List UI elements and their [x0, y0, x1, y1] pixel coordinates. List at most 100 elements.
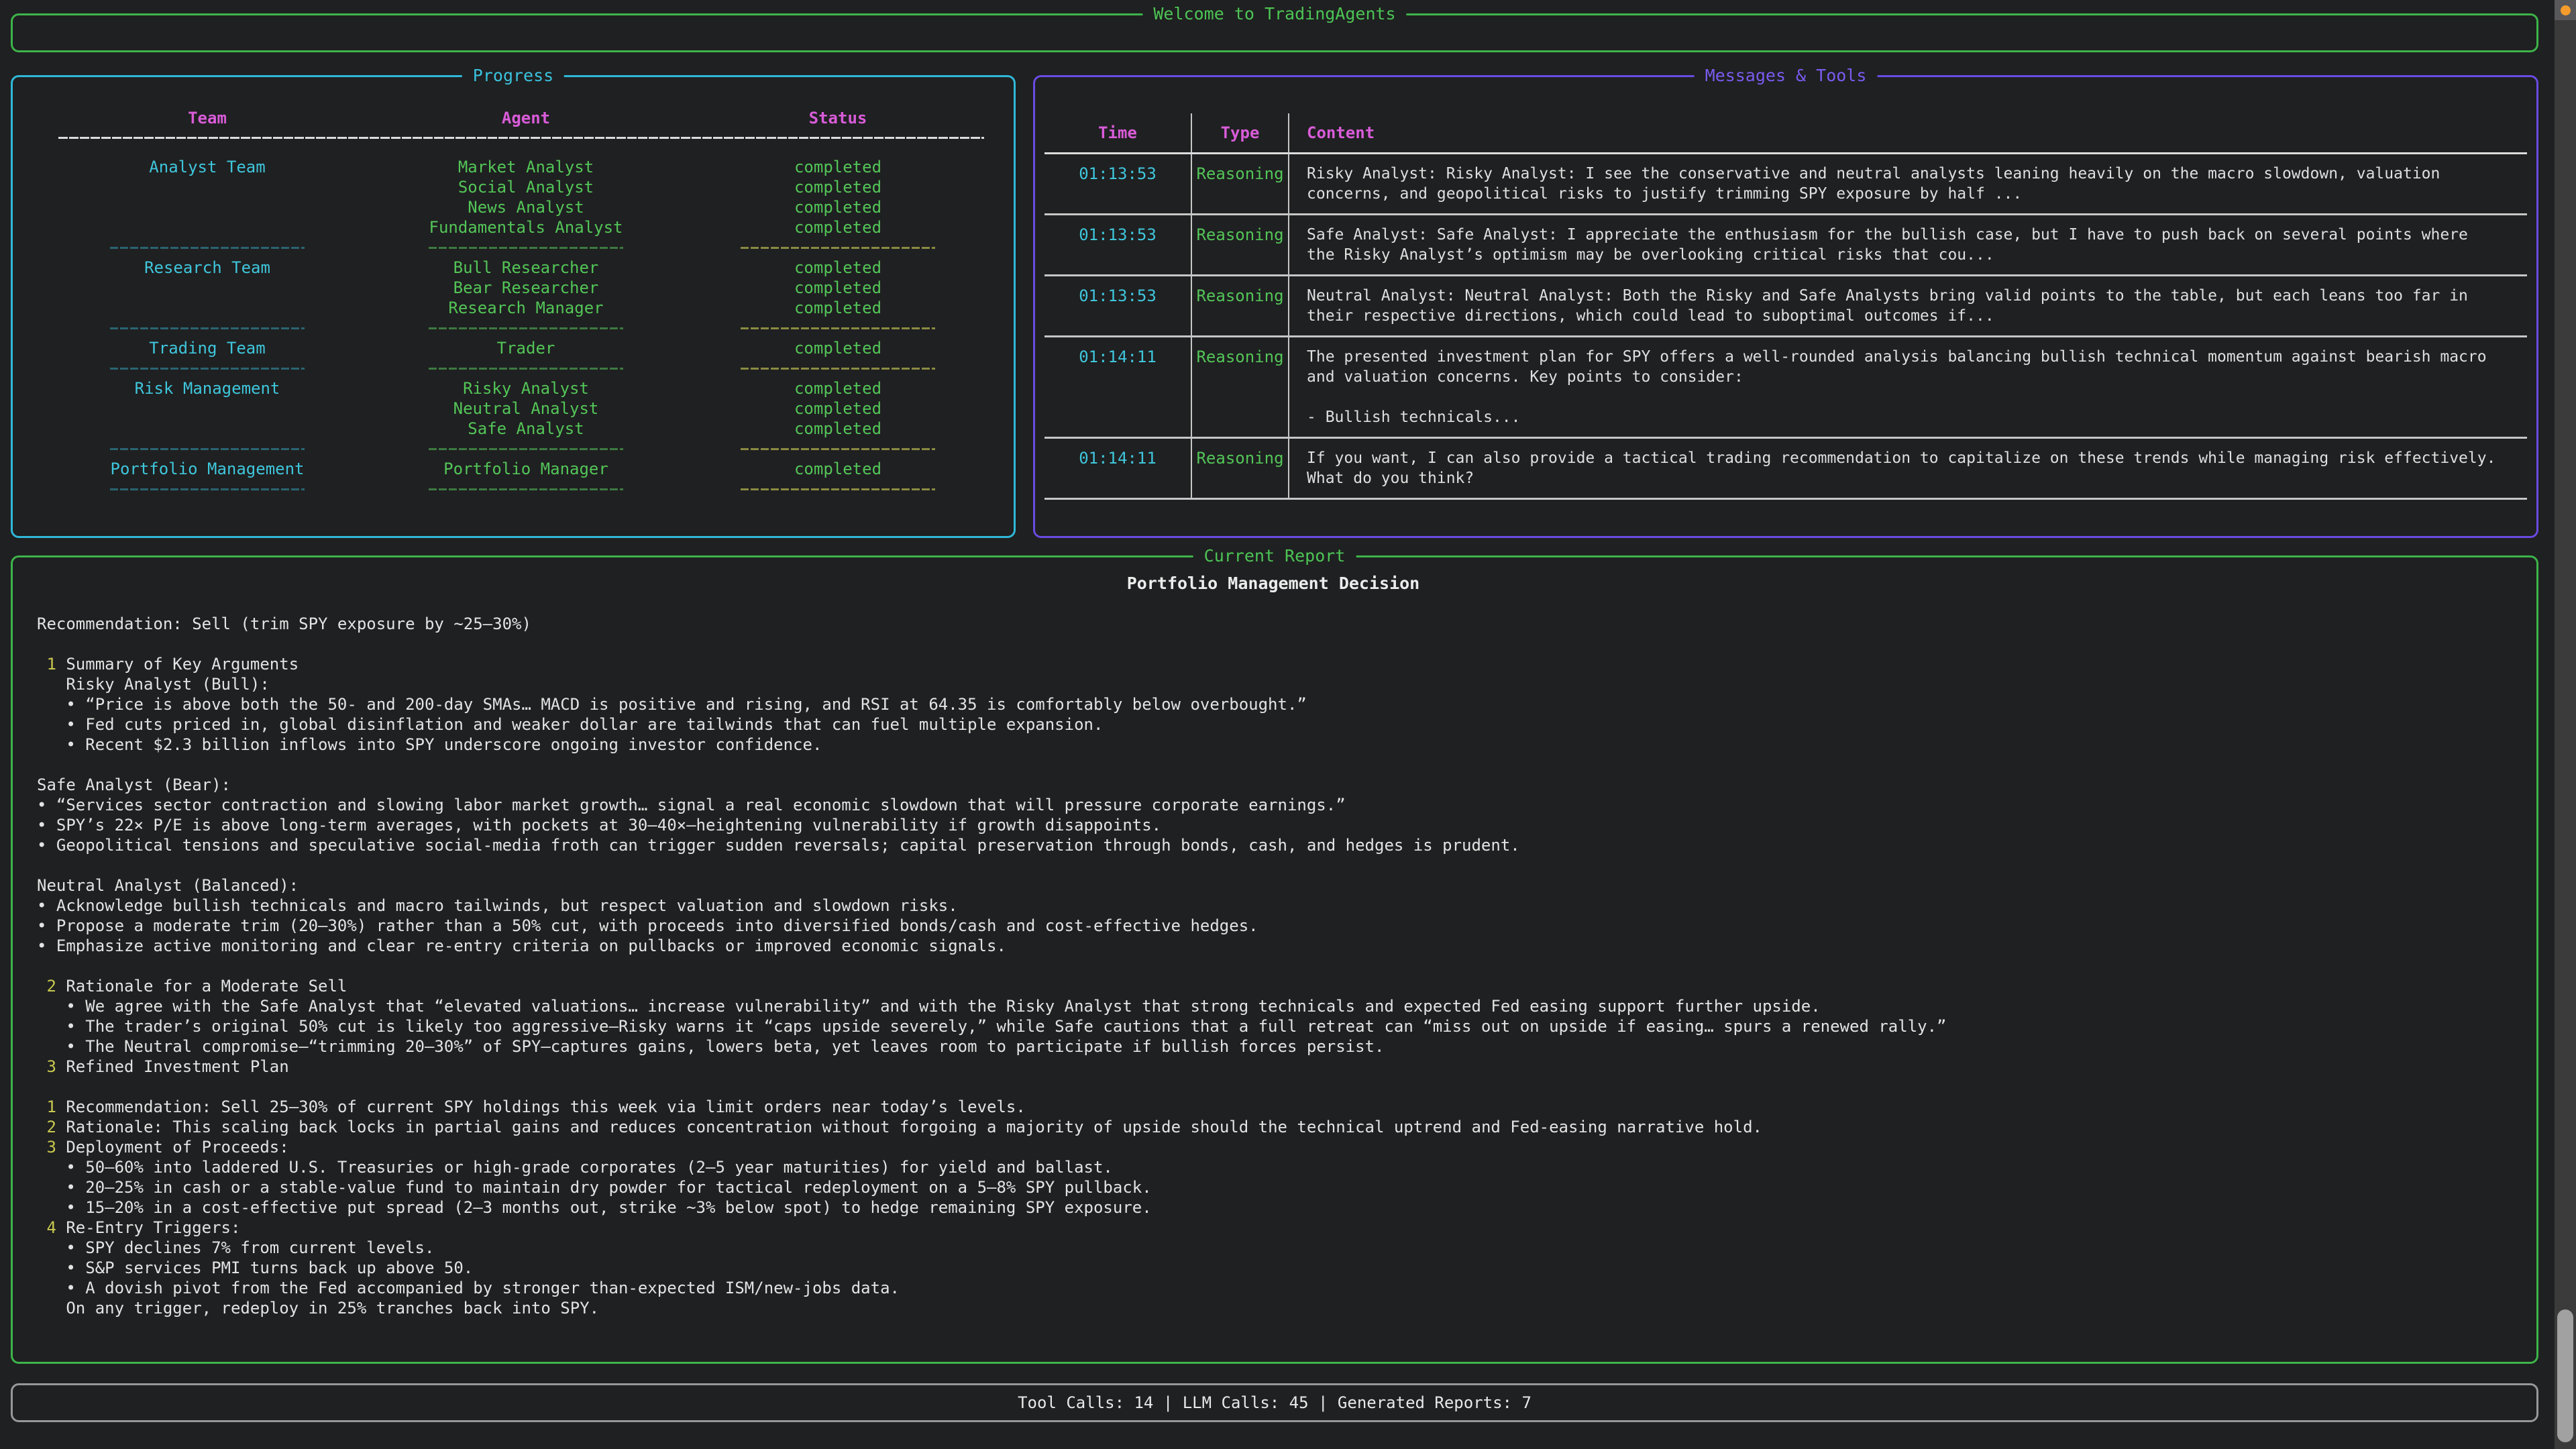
report-line: On any trigger, redeploy in 25% tranches…	[37, 1298, 2510, 1318]
report-line: • The trader’s original 50% cut is likel…	[37, 1016, 2510, 1036]
table-row: Research Team Bull Researcher completed	[53, 258, 1014, 278]
report-text: • SPY’s 22× P/E is above long-term avera…	[37, 816, 1161, 835]
message-row: 01:13:53 Reasoning Risky Analyst: Risky …	[1044, 154, 2527, 215]
scrollbar-track[interactable]	[2555, 0, 2576, 1449]
team-cell	[53, 197, 362, 217]
message-row: 01:14:11 Reasoning If you want, I can al…	[1044, 439, 2527, 500]
report-line: • SPY’s 22× P/E is above long-term avera…	[37, 815, 2510, 835]
report-body: Portfolio Management Decision Recommenda…	[13, 557, 2536, 1318]
table-row: Risk Management Risky Analyst completed	[53, 378, 1014, 398]
report-text: • The Neutral compromise—“trimming 20–30…	[37, 1037, 1384, 1056]
message-row: 01:14:11 Reasoning The presented investm…	[1044, 337, 2527, 439]
progress-panel: Progress Team Agent Status Analyst Team …	[11, 75, 1016, 538]
report-line: • Acknowledge bullish technicals and mac…	[37, 896, 2510, 916]
report-heading: Portfolio Management Decision	[37, 574, 2510, 594]
report-line: Neutral Analyst (Balanced):	[37, 875, 2510, 896]
column-header-type: Type	[1192, 113, 1289, 152]
section-separator	[53, 439, 1014, 459]
report-text: • 50–60% into laddered U.S. Treasuries o…	[37, 1158, 1113, 1177]
team-cell	[53, 217, 362, 237]
agent-cell: News Analyst	[362, 197, 690, 217]
table-row: Analyst Team Market Analyst completed	[53, 157, 1014, 177]
table-row: Fundamentals Analyst completed	[53, 217, 1014, 237]
team-cell: Portfolio Management	[53, 459, 362, 479]
message-content: Safe Analyst: Safe Analyst: I appreciate…	[1289, 215, 2527, 274]
report-text: • Recent $2.3 billion inflows into SPY u…	[37, 735, 822, 754]
list-number: 1	[37, 1097, 66, 1116]
report-line: • The Neutral compromise—“trimming 20–30…	[37, 1036, 2510, 1057]
report-text: • SPY declines 7% from current levels.	[37, 1238, 434, 1257]
scrollbar-thumb[interactable]	[2557, 1309, 2573, 1442]
table-row: Bear Researcher completed	[53, 278, 1014, 298]
section-separator	[53, 237, 1014, 258]
agent-cell: Fundamentals Analyst	[362, 217, 690, 237]
report-line: 1 Recommendation: Sell 25–30% of current…	[37, 1097, 2510, 1117]
report-text: • Fed cuts priced in, global disinflatio…	[37, 715, 1103, 734]
messages-header-row: Time Type Content	[1044, 113, 2527, 154]
team-cell	[53, 398, 362, 419]
team-cell	[53, 419, 362, 439]
status-cell: completed	[690, 197, 985, 217]
report-text: Rationale for a Moderate Sell	[66, 977, 347, 996]
table-row: Research Manager completed	[53, 298, 1014, 318]
report-line: Recommendation: Sell (trim SPY exposure …	[37, 614, 2510, 634]
report-line: 1 Summary of Key Arguments	[37, 654, 2510, 674]
report-line: 2 Rationale for a Moderate Sell	[37, 976, 2510, 996]
agent-cell: Research Manager	[362, 298, 690, 318]
team-cell	[53, 177, 362, 197]
message-type: Reasoning	[1192, 154, 1289, 213]
messages-table: Time Type Content 01:13:53 Reasoning Ris…	[1044, 113, 2527, 500]
progress-panel-title: Progress	[462, 66, 564, 86]
message-row: 01:13:53 Reasoning Safe Analyst: Safe An…	[1044, 215, 2527, 276]
list-number: 4	[37, 1218, 66, 1237]
column-header-status: Status	[690, 108, 985, 128]
report-line: • Propose a moderate trim (20–30%) rathe…	[37, 916, 2510, 936]
report-line: • 50–60% into laddered U.S. Treasuries o…	[37, 1157, 2510, 1177]
report-line	[37, 1077, 2510, 1097]
agent-cell: Bull Researcher	[362, 258, 690, 278]
section-separator	[53, 358, 1014, 378]
report-text: • Propose a moderate trim (20–30%) rathe…	[37, 916, 1258, 935]
header-separator	[53, 137, 1014, 157]
report-text: On any trigger, redeploy in 25% tranches…	[37, 1299, 599, 1318]
status-cell: completed	[690, 258, 985, 278]
report-text: Deployment of Proceeds:	[66, 1138, 288, 1157]
report-text: Neutral Analyst (Balanced):	[37, 876, 299, 895]
report-line: 3 Refined Investment Plan	[37, 1057, 2510, 1077]
agent-cell: Safe Analyst	[362, 419, 690, 439]
status-cell: completed	[690, 217, 985, 237]
report-text: • Emphasize active monitoring and clear …	[37, 936, 1006, 955]
agent-cell: Bear Researcher	[362, 278, 690, 298]
report-line: • Recent $2.3 billion inflows into SPY u…	[37, 735, 2510, 755]
welcome-panel: Welcome to TradingAgents	[11, 13, 2538, 52]
report-text: Safe Analyst (Bear):	[37, 775, 231, 794]
report-text: • A dovish pivot from the Fed accompanie…	[37, 1279, 900, 1297]
report-text: • “Services sector contraction and slowi…	[37, 796, 1346, 814]
status-cell: completed	[690, 278, 985, 298]
report-line	[37, 755, 2510, 775]
message-type: Reasoning	[1192, 439, 1289, 498]
report-line: • S&P services PMI turns back up above 5…	[37, 1258, 2510, 1278]
message-type: Reasoning	[1192, 276, 1289, 335]
report-line: 4 Re-Entry Triggers:	[37, 1218, 2510, 1238]
status-cell: completed	[690, 177, 985, 197]
report-text: Rationale: This scaling back locks in pa…	[66, 1118, 1762, 1136]
report-line	[37, 594, 2510, 614]
report-text: • 20–25% in cash or a stable-value fund …	[37, 1178, 1152, 1197]
list-number: 3	[37, 1057, 66, 1076]
report-line: • Geopolitical tensions and speculative …	[37, 835, 2510, 855]
table-row: Neutral Analyst completed	[53, 398, 1014, 419]
status-cell: completed	[690, 338, 985, 358]
team-cell: Trading Team	[53, 338, 362, 358]
message-time: 01:14:11	[1044, 439, 1192, 498]
team-cell	[53, 298, 362, 318]
table-row: Safe Analyst completed	[53, 419, 1014, 439]
report-line: • “Services sector contraction and slowi…	[37, 795, 2510, 815]
message-time: 01:14:11	[1044, 337, 1192, 437]
agent-cell: Trader	[362, 338, 690, 358]
footer-stats: Tool Calls: 14 | LLM Calls: 45 | Generat…	[13, 1385, 2536, 1420]
report-line: • SPY declines 7% from current levels.	[37, 1238, 2510, 1258]
footer-stats-panel: Tool Calls: 14 | LLM Calls: 45 | Generat…	[11, 1383, 2538, 1422]
agent-cell: Portfolio Manager	[362, 459, 690, 479]
report-line: Safe Analyst (Bear):	[37, 775, 2510, 795]
